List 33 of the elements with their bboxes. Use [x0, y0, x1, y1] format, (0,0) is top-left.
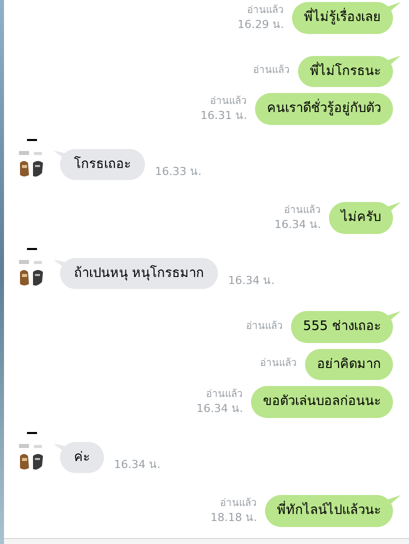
dash-mark [27, 138, 37, 140]
message-time: 16.34 น. [114, 456, 160, 472]
message-bubble: คนเราดีชั่วรู้อยู่กับตัว [255, 93, 393, 124]
message-bubble: ขอตัวเล่นบอลก่อนนะ [251, 386, 393, 418]
message-bubble: อย่าคิดมาก [305, 348, 393, 380]
message-bubble: โกรธเถอะ [60, 148, 145, 180]
message-time: 16.31 น. [200, 108, 247, 123]
sticker-avatar-icon [18, 442, 46, 472]
message-time: 16.33 น. [155, 164, 202, 180]
message-bubble: ไม่ครับ [329, 202, 393, 234]
dash-mark [27, 432, 37, 434]
read-receipt: อ่านแล้ว [206, 388, 243, 402]
sticker-avatar-icon [18, 258, 46, 288]
message-bubble: 555 ช่างเถอะ [291, 311, 393, 342]
message-time: 18.18 น. [210, 510, 257, 525]
read-receipt: อ่านแล้ว [210, 94, 247, 109]
message-time: 16.34 น. [196, 402, 243, 416]
message-bubble: พี่ทักไลน์ไปแล้วนะ [265, 495, 393, 526]
read-receipt: อ่านแล้ว [260, 357, 297, 372]
message-time: 16.34 น. [228, 272, 275, 288]
read-receipt: อ่านแล้ว [246, 320, 284, 334]
message-bubble: ถ้าเปนหนุ หนุโกรธมาก [60, 258, 218, 289]
message-time: 16.29 น. [238, 18, 284, 32]
message-bubble: ค่ะ [60, 442, 104, 473]
sticker-avatar-icon [18, 148, 46, 178]
read-receipt: อ่านแล้ว [247, 4, 284, 18]
message-time: 16.34 น. [274, 218, 321, 232]
read-receipt: อ่านแล้ว [253, 64, 290, 78]
read-receipt: อ่านแล้ว [284, 204, 321, 218]
message-bubble: พี่ไม่โกรธนะ [298, 56, 393, 87]
message-bubble: พี่ไม่รู้เรื่องเลย [292, 2, 393, 34]
dash-mark [27, 248, 37, 250]
read-receipt: อ่านแล้ว [220, 496, 257, 511]
